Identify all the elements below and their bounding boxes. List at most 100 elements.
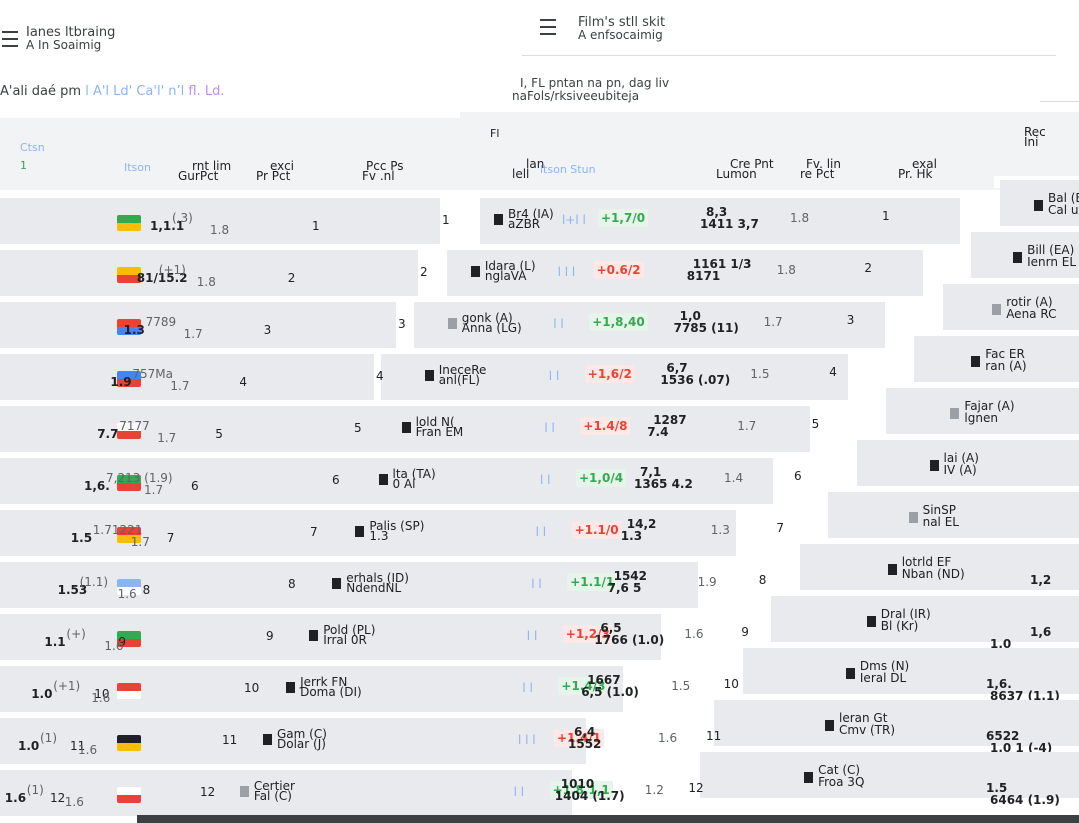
- left-pct: 1.7: [170, 379, 190, 393]
- right-rteam2[interactable]: nal EL: [923, 516, 959, 528]
- right-col-rank[interactable]: Fl: [490, 128, 499, 139]
- right-rteam2[interactable]: Nban (ND): [902, 568, 965, 580]
- menu-icon-right[interactable]: [540, 19, 556, 40]
- right-team2[interactable]: nglaVA: [485, 270, 527, 282]
- right-rank: 6: [332, 473, 340, 487]
- right-team2[interactable]: Irral 0R: [323, 634, 367, 646]
- right-team2[interactable]: Doma (DI): [300, 686, 362, 698]
- left-header-country[interactable]: Itson: [124, 162, 151, 173]
- right-rteam2[interactable]: Ieral DL: [860, 672, 906, 684]
- subtitle-link[interactable]: l A'l Ld' Ca'l' n’l: [85, 84, 184, 99]
- left-delta: (+): [66, 627, 86, 641]
- right-col-prev2[interactable]: re Pct: [800, 168, 834, 180]
- right-rteam2[interactable]: ran (A): [985, 360, 1026, 372]
- right-team2[interactable]: Fran EM: [416, 426, 464, 438]
- right-link[interactable]: l l: [522, 682, 532, 694]
- table-row[interactable]: [0, 250, 418, 296]
- left-delta: 7177: [119, 419, 150, 433]
- left-delta: (+1): [158, 263, 186, 277]
- right-link[interactable]: l l l: [558, 266, 576, 278]
- right-change: +1,6/2: [584, 365, 635, 383]
- right-link[interactable]: l l: [544, 422, 554, 434]
- table-row[interactable]: [700, 752, 1079, 798]
- right-team2[interactable]: Anna (LG): [462, 322, 522, 334]
- left-value: 1.1: [44, 635, 66, 649]
- right-col-link[interactable]: ltson Stun: [540, 164, 596, 175]
- left-header-b[interactable]: GurPct: [178, 170, 218, 182]
- right-rteam2[interactable]: Bl (Kr): [881, 620, 919, 632]
- right-rank: 12: [200, 785, 216, 799]
- left-delta: (.3): [172, 211, 193, 225]
- right-team2[interactable]: NdendNL: [346, 582, 401, 594]
- right-link[interactable]: l l: [536, 526, 546, 538]
- team-logo-icon: [424, 370, 434, 381]
- right-change: +1,7/0: [598, 209, 649, 227]
- right-rrank: 6: [794, 469, 802, 483]
- right-team2[interactable]: Dolar (J): [277, 738, 326, 750]
- right-rteam2[interactable]: Aena RC: [1006, 308, 1056, 320]
- right-team2[interactable]: anl(FL): [439, 374, 480, 386]
- left-pct: 1.6: [104, 639, 124, 653]
- left-pct: 1.7: [157, 431, 177, 445]
- table-row[interactable]: [0, 510, 308, 556]
- left-rank: 5: [215, 427, 223, 441]
- team-logo-icon: [401, 422, 411, 433]
- right-prev: 1.8: [790, 211, 810, 225]
- table-row[interactable]: [0, 354, 374, 400]
- table-row[interactable]: [0, 198, 440, 244]
- right-cur2: 1552: [568, 737, 602, 751]
- right-team2[interactable]: aZBR: [508, 218, 540, 230]
- right-team2[interactable]: 0 Al: [393, 478, 416, 490]
- left-header-f[interactable]: Fv .nl: [362, 170, 395, 182]
- right-col-cur2[interactable]: Lumon: [716, 168, 757, 180]
- right-col-r2[interactable]: Ini: [1024, 136, 1038, 148]
- right-cur2: 1411 3,7: [700, 217, 759, 231]
- right-rank: 3: [398, 317, 406, 331]
- country-flag-icon: [117, 683, 141, 699]
- right-rteam2[interactable]: Froa 3Q: [818, 776, 864, 788]
- right-link[interactable]: l l l: [518, 734, 536, 746]
- right-link[interactable]: l l: [527, 630, 537, 642]
- right-link[interactable]: l l: [540, 474, 550, 486]
- right-link[interactable]: l+l l: [562, 214, 586, 226]
- left-title-line2: A In Soaimig: [26, 38, 102, 52]
- right-cur2: 1.3: [620, 529, 643, 543]
- horizontal-scrollbar[interactable]: [137, 815, 1079, 823]
- team-logo-icon: [494, 214, 503, 225]
- right-prev: 1.7: [763, 315, 783, 329]
- right-rrank: 3: [846, 313, 855, 327]
- right-far-a: 1,6: [1030, 625, 1052, 639]
- table-row[interactable]: [0, 302, 396, 348]
- left-rank: 2: [287, 271, 296, 285]
- right-rrank: 7: [776, 521, 785, 535]
- right-rteam2[interactable]: Cal u: [1048, 204, 1079, 216]
- right-cur2: 1766 (1.0): [594, 633, 665, 647]
- table-row[interactable]: [742, 648, 1079, 694]
- right-col-team2[interactable]: lell: [512, 168, 529, 180]
- right-rank: 2: [420, 265, 428, 279]
- right-rteam2[interactable]: lgnen: [964, 412, 998, 424]
- right-rteam2[interactable]: Cmv (TR): [839, 724, 895, 736]
- right-link[interactable]: l l: [514, 786, 524, 798]
- right-rteam2[interactable]: Ienrn EL: [1027, 256, 1076, 268]
- right-link[interactable]: l l: [531, 578, 541, 590]
- right-col-ext2[interactable]: Pr. Hk: [898, 168, 932, 180]
- right-cur2: 8171: [686, 269, 721, 283]
- right-team2[interactable]: 1.3: [369, 530, 388, 542]
- left-delta: (1): [40, 731, 57, 745]
- right-team2[interactable]: Fal (C): [254, 790, 292, 802]
- left-header-d[interactable]: Pr Pct: [256, 170, 290, 182]
- menu-icon[interactable]: [2, 31, 18, 52]
- left-col-link[interactable]: Ctsn: [20, 142, 45, 153]
- table-row[interactable]: [0, 406, 352, 452]
- right-link[interactable]: l l: [553, 318, 563, 330]
- left-delta: (+1): [53, 679, 81, 693]
- left-value: 1.9: [110, 375, 132, 389]
- right-link[interactable]: l l: [549, 370, 559, 382]
- table-row[interactable]: [282, 510, 736, 556]
- right-rteam2[interactable]: IV (A): [944, 464, 977, 476]
- left-pct: 1.8: [210, 223, 230, 237]
- right-cur2: 1536 (.07): [660, 373, 731, 387]
- table-row[interactable]: [714, 700, 1079, 746]
- right-subtitle-line2: naFols/rksiveeubiteja: [512, 89, 640, 103]
